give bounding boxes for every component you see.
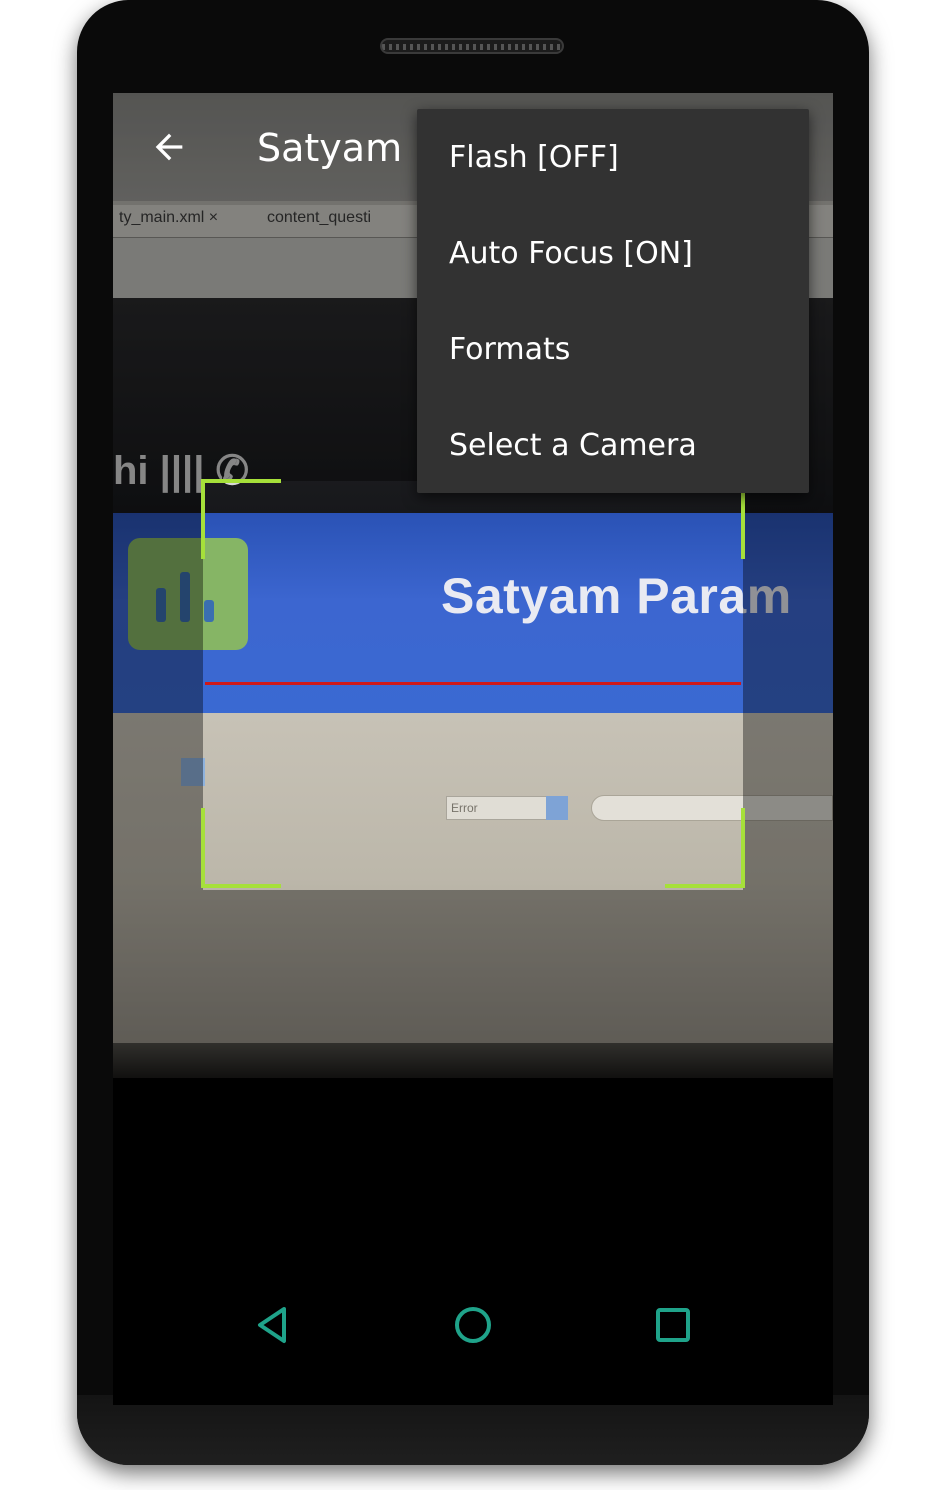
viewfinder-corner-bottom-left [201,808,281,888]
screen: ty_main.xml × content_questi hi |||| ✆ S… [113,93,833,1405]
back-button[interactable] [141,119,197,175]
viewfinder-mask-right [743,481,833,890]
menu-item-select-camera[interactable]: Select a Camera [417,397,809,493]
circle-home-icon [455,1307,491,1343]
phone-chin [77,1395,869,1465]
arrow-back-icon [155,133,183,161]
menu-item-formats[interactable]: Formats [417,301,809,397]
overflow-menu: Flash [OFF] Auto Focus [ON] Formats Sele… [417,109,809,493]
square-recents-icon [656,1308,690,1342]
scanner-laser-line [205,682,741,685]
phone-frame: ty_main.xml × content_questi hi |||| ✆ S… [77,0,869,1465]
earpiece-speaker [380,38,564,54]
viewfinder-mask-bottom [113,890,833,1078]
preview-select-arrow [546,796,568,820]
viewfinder-corner-bottom-right [665,808,745,888]
nav-recents-button[interactable] [643,1295,703,1355]
viewfinder-corner-top-left [201,479,281,559]
menu-item-flash[interactable]: Flash [OFF] [417,109,809,205]
triangle-back-icon [258,1307,286,1343]
preview-heading: Satyam Param [441,568,792,624]
nav-home-button[interactable] [443,1295,503,1355]
system-nav-bar [113,1273,833,1377]
viewfinder-mask-left [113,481,203,890]
nav-back-button[interactable] [243,1295,303,1355]
menu-item-auto-focus[interactable]: Auto Focus [ON] [417,205,809,301]
